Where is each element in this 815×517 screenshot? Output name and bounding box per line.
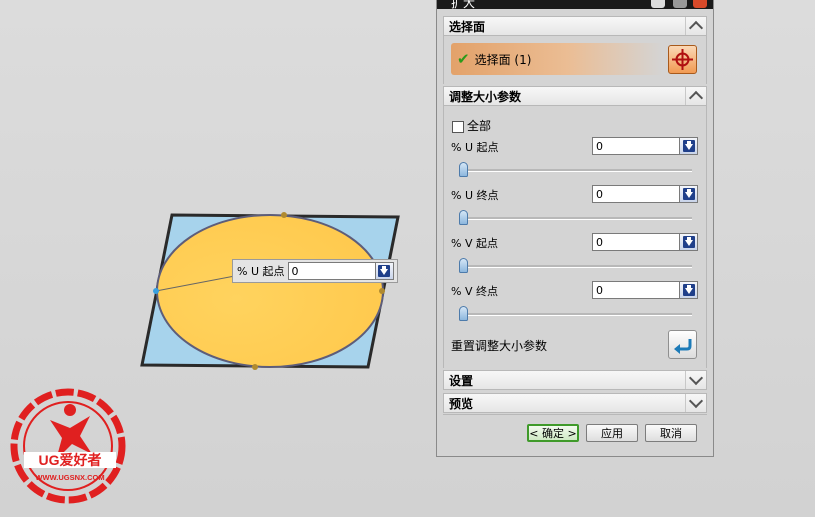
v-end-label: % V 终点 — [451, 285, 498, 298]
u-start-value: 0 — [596, 139, 603, 153]
all-checkbox-row[interactable]: 全部 — [452, 117, 491, 134]
v-end-value: 0 — [596, 283, 603, 297]
select-face-row[interactable]: ✔ 选择面 (1) — [451, 43, 663, 75]
dropdown-arrow-icon[interactable] — [374, 263, 393, 279]
handle-right[interactable] — [379, 288, 385, 294]
inline-u-start-field: % U 起点 0 — [232, 259, 398, 283]
logo-url: WWW.UGSNX.COM — [35, 473, 104, 482]
section-title-preview: 预览 — [449, 396, 474, 411]
v-start-label: % V 起点 — [451, 237, 498, 250]
handle-top[interactable] — [281, 212, 287, 218]
cancel-button[interactable]: 取消 — [645, 424, 697, 442]
dropdown-arrow-icon[interactable] — [679, 138, 697, 154]
section-header-preview[interactable]: 预览 — [443, 393, 707, 413]
collapse-chevron-up-icon[interactable] — [685, 87, 706, 106]
v-start-input[interactable]: 0 — [592, 233, 698, 251]
u-end-value: 0 — [596, 187, 603, 201]
collapse-chevron-up-icon[interactable] — [685, 17, 706, 36]
close-icon[interactable] — [693, 0, 707, 8]
section-title-settings: 设置 — [449, 373, 474, 388]
u-start-slider-thumb[interactable] — [459, 162, 468, 177]
ugsnx-logo: UG爱好者 WWW.UGSNX.COM — [10, 388, 126, 504]
select-face-label: 选择面 (1) — [474, 52, 532, 67]
dropdown-arrow-icon[interactable] — [679, 234, 697, 250]
apply-button[interactable]: 应用 — [586, 424, 638, 442]
u-end-input[interactable]: 0 — [592, 185, 698, 203]
u-start-label: % U 起点 — [451, 141, 499, 154]
section-title-resize-params: 调整大小参数 — [449, 89, 522, 104]
section-header-settings[interactable]: 设置 — [443, 370, 707, 390]
all-checkbox-label: 全部 — [467, 119, 492, 133]
v-start-value: 0 — [596, 235, 603, 249]
u-end-slider-thumb[interactable] — [459, 210, 468, 225]
reset-params-button[interactable] — [668, 330, 697, 359]
v-start-slider-track[interactable] — [460, 265, 692, 268]
expand-chevron-down-icon[interactable] — [685, 393, 706, 412]
section-title-select-face: 选择面 — [449, 19, 486, 34]
all-checkbox[interactable] — [452, 120, 464, 133]
u-start-input[interactable]: 0 — [592, 137, 698, 155]
u-end-slider-track[interactable] — [460, 217, 692, 220]
inline-u-start-input[interactable]: 0 — [287, 262, 394, 280]
checkmark-icon: ✔ — [457, 50, 470, 68]
handle-bottom[interactable] — [252, 364, 258, 370]
footer-divider — [443, 414, 707, 415]
v-end-slider-track[interactable] — [460, 313, 692, 316]
handle-left[interactable] — [153, 288, 159, 294]
reset-params-label: 重置调整大小参数 — [451, 339, 548, 353]
section-header-select-face[interactable]: 选择面 — [443, 16, 707, 36]
select-face-button[interactable] — [668, 45, 697, 74]
crosshair-icon — [672, 49, 693, 70]
reset-arrow-icon — [673, 338, 691, 354]
v-end-input[interactable]: 0 — [592, 281, 698, 299]
dialog-titlebar[interactable]: 扩大 — [437, 0, 713, 9]
u-end-label: % U 终点 — [451, 189, 499, 202]
selected-face[interactable] — [156, 214, 384, 368]
u-start-slider-track[interactable] — [460, 169, 692, 172]
dropdown-arrow-icon[interactable] — [679, 282, 697, 298]
v-end-slider-thumb[interactable] — [459, 306, 468, 321]
logo-text: UG爱好者 — [39, 452, 102, 468]
ok-button[interactable]: < 确定 > — [527, 424, 579, 442]
inline-u-start-value: 0 — [291, 264, 299, 278]
dropdown-arrow-icon[interactable] — [679, 186, 697, 202]
dialog-title: 扩大 — [451, 0, 476, 9]
inline-u-start-label: % U 起点 — [237, 265, 285, 278]
expand-chevron-down-icon[interactable] — [685, 370, 706, 389]
section-header-resize-params[interactable]: 调整大小参数 — [443, 86, 707, 106]
help-icon[interactable] — [651, 0, 665, 8]
minimize-icon[interactable] — [673, 0, 687, 8]
v-start-slider-thumb[interactable] — [459, 258, 468, 273]
